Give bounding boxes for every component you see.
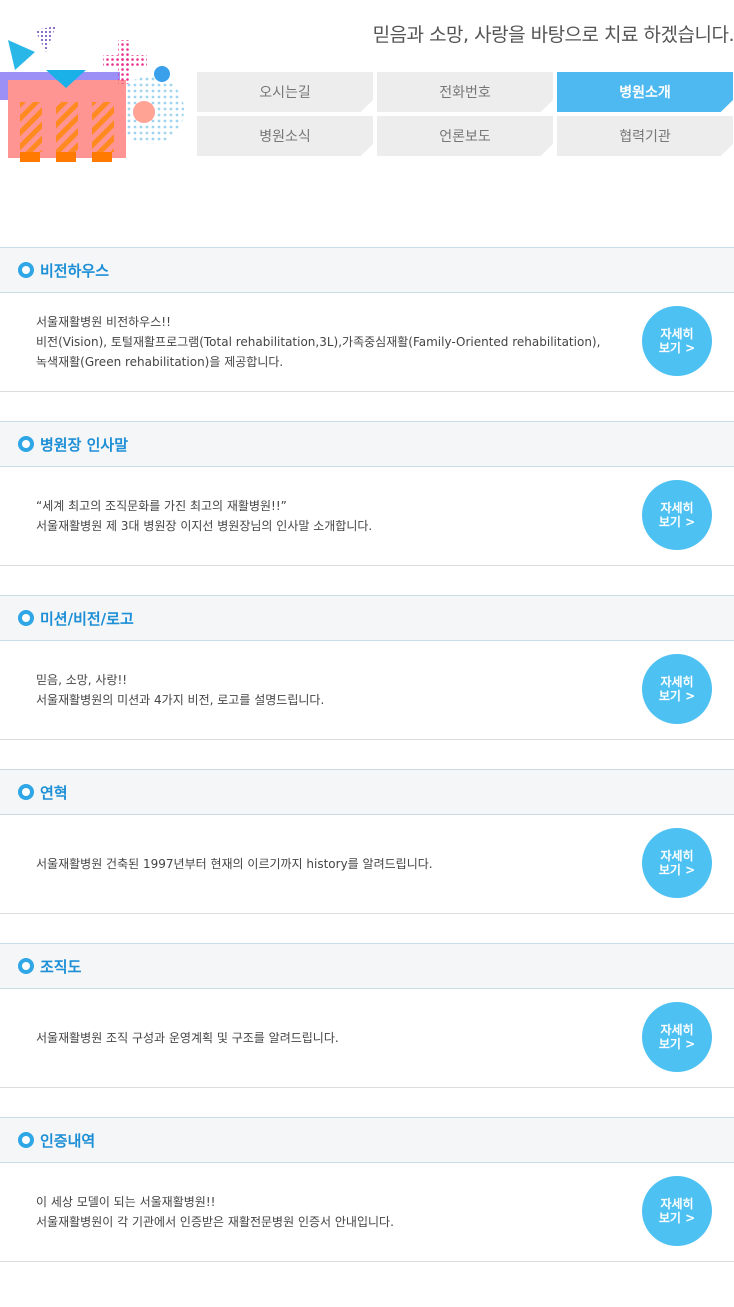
header: 믿음과 소망, 사랑을 바탕으로 치료 하겠습니다. 오시는길 전화번호 병원소…	[0, 0, 734, 170]
more-button-line2: 보기 >	[658, 1037, 696, 1051]
circle-bullet-icon	[18, 262, 34, 278]
nav-about[interactable]: 병원소개	[557, 72, 733, 112]
more-button-line1: 자세히	[660, 327, 694, 341]
section-body: 이 세상 모델이 되는 서울재활병원!! 서울재활병원이 각 기관에서 인증받은…	[0, 1163, 734, 1262]
more-button-line2: 보기 >	[658, 341, 696, 355]
section-vision-house: 비전하우스 서울재활병원 비전하우스!! 비전(Vision), 토털재활프로그…	[0, 247, 734, 392]
section-description: “세계 최고의 조직문화를 가진 최고의 재활병원!!” 서울재활병원 제 3대…	[36, 467, 616, 565]
more-button-line1: 자세히	[660, 1197, 694, 1211]
section-body: 믿음, 소망, 사랑!! 서울재활병원의 미션과 4가지 비전, 로고를 설명드…	[0, 641, 734, 740]
section-organization: 조직도 서울재활병원 조직 구성과 운영계획 및 구조를 알려드립니다. 자세히…	[0, 943, 734, 1088]
section-director-greeting: 병원장 인사말 “세계 최고의 조직문화를 가진 최고의 재활병원!!” 서울재…	[0, 421, 734, 566]
more-button[interactable]: 자세히 보기 >	[642, 654, 712, 724]
nav-partners[interactable]: 협력기관	[557, 116, 733, 156]
description-line: 서울재활병원 제 3대 병원장 이지선 병원장님의 인사말 소개합니다.	[36, 519, 373, 533]
nav-press[interactable]: 언론보도	[377, 116, 553, 156]
more-button-line1: 자세히	[660, 849, 694, 863]
section-header: 미션/비전/로고	[0, 595, 734, 641]
section-title: 비전하우스	[40, 261, 110, 280]
section-title: 미션/비전/로고	[40, 609, 134, 628]
section-header: 연혁	[0, 769, 734, 815]
more-button-line2: 보기 >	[658, 1211, 696, 1225]
section-header: 병원장 인사말	[0, 421, 734, 467]
section-description: 서울재활병원 조직 구성과 운영계획 및 구조를 알려드립니다.	[36, 989, 616, 1087]
section-header: 조직도	[0, 943, 734, 989]
description-line: 서울재활병원 비전하우스!!	[36, 315, 171, 329]
slogan: 믿음과 소망, 사랑을 바탕으로 치료 하겠습니다.	[372, 24, 734, 46]
more-button[interactable]: 자세히 보기 >	[642, 1002, 712, 1072]
more-button[interactable]: 자세히 보기 >	[642, 306, 712, 376]
section-body: “세계 최고의 조직문화를 가진 최고의 재활병원!!” 서울재활병원 제 3대…	[0, 467, 734, 566]
description-line: 서울재활병원 건축된 1997년부터 현재의 이르기까지 history를 알려…	[36, 857, 433, 871]
section-certifications: 인증내역 이 세상 모델이 되는 서울재활병원!! 서울재활병원이 각 기관에서…	[0, 1117, 734, 1262]
description-line: 믿음, 소망, 사랑!!	[36, 673, 128, 687]
description-line: 이 세상 모델이 되는 서울재활병원!!	[36, 1195, 216, 1209]
nav-news[interactable]: 병원소식	[197, 116, 373, 156]
more-button-line2: 보기 >	[658, 689, 696, 703]
more-button[interactable]: 자세히 보기 >	[642, 828, 712, 898]
description-line: 비전(Vision), 토털재활프로그램(Total rehabilitatio…	[36, 335, 601, 349]
description-line: 녹색재활(Green rehabilitation)을 제공합니다.	[36, 355, 284, 369]
circle-bullet-icon	[18, 958, 34, 974]
section-title: 조직도	[40, 957, 82, 976]
description-line: 서울재활병원 조직 구성과 운영계획 및 구조를 알려드립니다.	[36, 1031, 339, 1045]
nav-directions[interactable]: 오시는길	[197, 72, 373, 112]
section-title: 연혁	[40, 783, 68, 802]
description-line: 서울재활병원의 미션과 4가지 비전, 로고를 설명드립니다.	[36, 693, 325, 707]
section-header: 비전하우스	[0, 247, 734, 293]
more-button-line2: 보기 >	[658, 863, 696, 877]
circle-bullet-icon	[18, 784, 34, 800]
more-button-line1: 자세히	[660, 501, 694, 515]
more-button-line1: 자세히	[660, 675, 694, 689]
section-description: 서울재활병원 건축된 1997년부터 현재의 이르기까지 history를 알려…	[36, 815, 616, 913]
nav-phone[interactable]: 전화번호	[377, 72, 553, 112]
section-title: 인증내역	[40, 1131, 96, 1150]
section-history: 연혁 서울재활병원 건축된 1997년부터 현재의 이르기까지 history를…	[0, 769, 734, 914]
circle-bullet-icon	[18, 1132, 34, 1148]
section-body: 서울재활병원 조직 구성과 운영계획 및 구조를 알려드립니다. 자세히 보기 …	[0, 989, 734, 1088]
section-header: 인증내역	[0, 1117, 734, 1163]
circle-bullet-icon	[18, 610, 34, 626]
more-button-line1: 자세히	[660, 1023, 694, 1037]
section-description: 서울재활병원 비전하우스!! 비전(Vision), 토털재활프로그램(Tota…	[36, 293, 616, 391]
section-mission-vision-logo: 미션/비전/로고 믿음, 소망, 사랑!! 서울재활병원의 미션과 4가지 비전…	[0, 595, 734, 740]
description-line: “세계 최고의 조직문화를 가진 최고의 재활병원!!”	[36, 499, 287, 513]
section-body: 서울재활병원 건축된 1997년부터 현재의 이르기까지 history를 알려…	[0, 815, 734, 914]
section-title: 병원장 인사말	[40, 435, 129, 454]
section-description: 믿음, 소망, 사랑!! 서울재활병원의 미션과 4가지 비전, 로고를 설명드…	[36, 641, 616, 739]
hospital-logo-art	[0, 26, 184, 162]
more-button-line2: 보기 >	[658, 515, 696, 529]
circle-bullet-icon	[18, 436, 34, 452]
description-line: 서울재활병원이 각 기관에서 인증받은 재활전문병원 인증서 안내입니다.	[36, 1215, 394, 1229]
more-button[interactable]: 자세히 보기 >	[642, 1176, 712, 1246]
section-description: 이 세상 모델이 되는 서울재활병원!! 서울재활병원이 각 기관에서 인증받은…	[36, 1163, 616, 1261]
more-button[interactable]: 자세히 보기 >	[642, 480, 712, 550]
section-body: 서울재활병원 비전하우스!! 비전(Vision), 토털재활프로그램(Tota…	[0, 293, 734, 392]
